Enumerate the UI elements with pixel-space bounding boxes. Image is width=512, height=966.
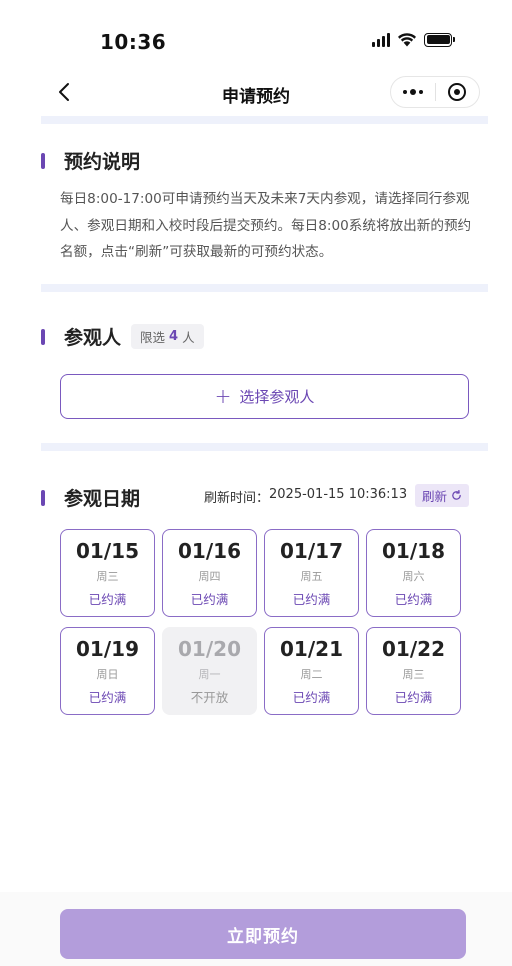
signal-icon — [372, 32, 390, 47]
status-bar: 10:36 — [0, 0, 512, 70]
date-weekday: 周四 — [198, 570, 221, 583]
date-status: 不开放 — [190, 690, 229, 705]
date-status: 已约满 — [88, 690, 127, 705]
visitors-title: 参观人 — [64, 327, 122, 349]
date-status: 已约满 — [394, 690, 433, 705]
refresh-button-label: 刷新 — [421, 489, 447, 504]
date-card[interactable]: 01/17 周五 已约满 — [264, 529, 359, 617]
date-number: 01/15 — [76, 539, 139, 563]
nav-bar: 申请预约 — [0, 70, 512, 114]
limit-suffix: 人 — [182, 330, 195, 345]
section-divider — [41, 116, 488, 124]
title-accent-bar — [41, 152, 45, 169]
submit-reservation-button[interactable]: 立即预约 — [60, 909, 466, 959]
more-icon — [402, 89, 423, 95]
date-weekday: 周三 — [96, 570, 119, 583]
date-number: 01/17 — [280, 539, 343, 563]
date-number: 01/19 — [76, 637, 139, 661]
date-status: 已约满 — [292, 592, 331, 607]
date-card[interactable]: 01/15 周三 已约满 — [60, 529, 155, 617]
date-weekday: 周五 — [300, 570, 323, 583]
date-number: 01/20 — [178, 637, 241, 661]
date-number: 01/16 — [178, 539, 241, 563]
select-visitor-label: 选择参观人 — [239, 388, 315, 406]
more-button[interactable] — [391, 77, 435, 107]
refresh-time: 刷新时间： 2025-01-15 10:36:13 — [204, 487, 407, 506]
title-accent-bar — [41, 489, 45, 506]
wifi-icon — [398, 33, 416, 47]
date-weekday: 周三 — [402, 668, 425, 681]
date-number: 01/18 — [382, 539, 445, 563]
date-card[interactable]: 01/19 周日 已约满 — [60, 627, 155, 715]
date-weekday: 周日 — [96, 668, 119, 681]
title-accent-bar — [41, 328, 45, 345]
close-mini-program-button[interactable] — [436, 77, 480, 107]
date-number: 01/21 — [280, 637, 343, 661]
date-card[interactable]: 01/18 周六 已约满 — [366, 529, 461, 617]
footer-bar: 立即预约 — [0, 892, 512, 966]
date-status: 已约满 — [292, 690, 331, 705]
refresh-icon — [452, 490, 461, 500]
plus-icon: + — [214, 383, 232, 408]
date-weekday: 周一 — [198, 668, 221, 681]
visitor-limit-badge: 限选 4 人 — [131, 324, 204, 349]
date-status: 已约满 — [190, 592, 229, 607]
date-weekday: 周二 — [300, 668, 323, 681]
intro-title: 预约说明 — [64, 151, 141, 173]
limit-prefix: 限选 — [140, 330, 166, 345]
date-weekday: 周六 — [402, 570, 425, 583]
dates-title: 参观日期 — [64, 488, 141, 510]
refresh-time-value: 2025-01-15 10:36:13 — [269, 487, 408, 502]
battery-icon — [424, 32, 455, 47]
section-divider — [41, 284, 488, 292]
target-icon — [448, 83, 467, 101]
date-card[interactable]: 01/16 周四 已约满 — [162, 529, 257, 617]
select-visitor-button[interactable]: + 选择参观人 — [60, 374, 469, 419]
status-time: 10:36 — [100, 30, 167, 54]
mini-program-capsule — [390, 76, 480, 108]
dates-section-title: 参观日期 — [41, 484, 140, 511]
refresh-button[interactable]: 刷新 — [415, 484, 469, 507]
refresh-time-label: 刷新时间： — [204, 491, 270, 506]
date-card-disabled: 01/20 周一 不开放 — [162, 627, 257, 715]
date-status: 已约满 — [88, 592, 127, 607]
date-status: 已约满 — [394, 592, 433, 607]
intro-section-title: 预约说明 — [41, 147, 140, 174]
intro-description: 每日8:00-17:00可申请预约当天及未来7天内参观，请选择同行参观人、参观日… — [60, 191, 472, 260]
section-divider — [41, 443, 488, 451]
visitors-section-title: 参观人 限选 4 人 — [41, 323, 204, 350]
date-card[interactable]: 01/22 周三 已约满 — [366, 627, 461, 715]
date-grid: 01/15 周三 已约满 01/16 周四 已约满 01/17 周五 已约满 0… — [60, 529, 461, 715]
date-card[interactable]: 01/21 周二 已约满 — [264, 627, 359, 715]
date-number: 01/22 — [382, 637, 445, 661]
status-icons — [372, 32, 455, 47]
limit-count: 4 — [169, 329, 179, 344]
